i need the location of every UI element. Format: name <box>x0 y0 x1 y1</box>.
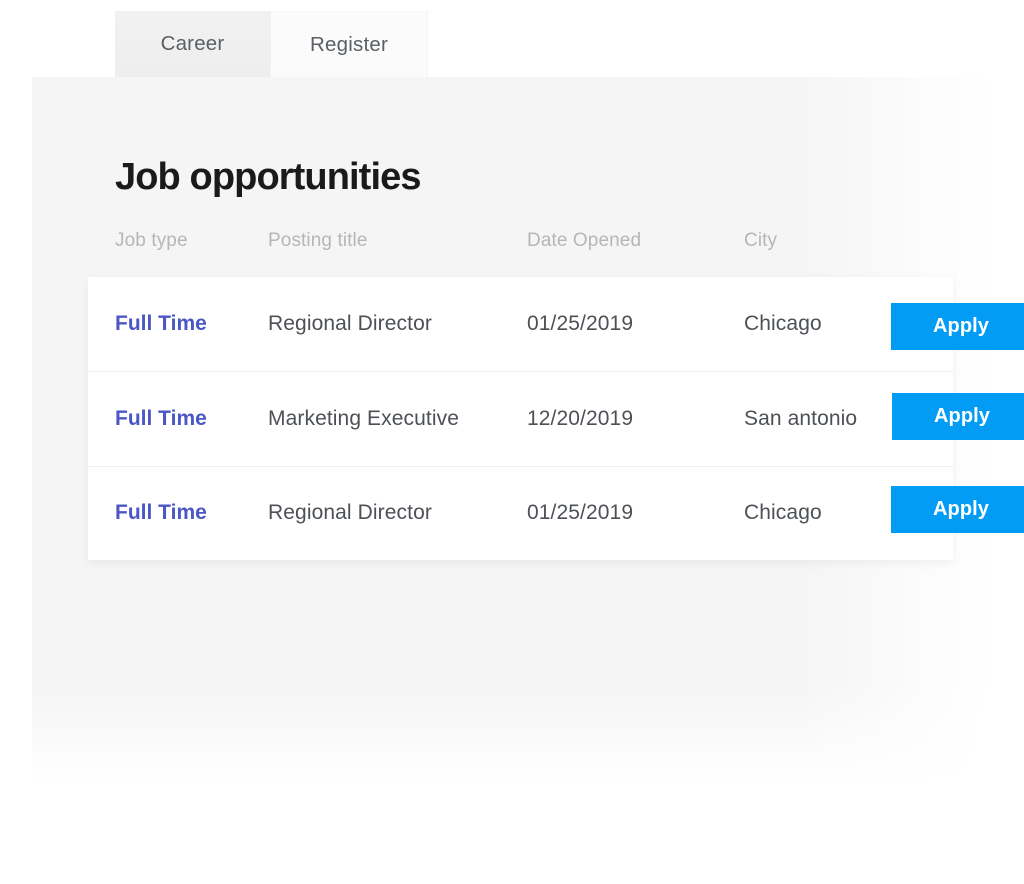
apply-button[interactable]: Apply <box>891 303 1024 350</box>
tab-register-label: Register <box>310 32 388 56</box>
cell-job-type[interactable]: Full Time <box>115 407 207 431</box>
page-title: Job opportunities <box>115 156 421 199</box>
tab-career-label: Career <box>160 32 225 55</box>
cell-city: Chicago <box>744 501 822 524</box>
cell-date-opened: 12/20/2019 <box>527 407 634 430</box>
tab-strip: Career Register <box>115 11 428 77</box>
jobs-table: Full Time Regional Director 01/25/2019 C… <box>88 277 953 560</box>
tab-career[interactable]: Career <box>115 11 270 77</box>
cell-job-type[interactable]: Full Time <box>115 501 207 525</box>
cell-posting-title: Marketing Executive <box>268 407 459 430</box>
column-header-city: City <box>744 230 778 251</box>
column-header-posting-title: Posting title <box>268 230 368 251</box>
cell-city: Chicago <box>744 312 822 335</box>
cell-posting-title: Regional Director <box>268 501 432 524</box>
tab-register[interactable]: Register <box>270 11 428 77</box>
table-row[interactable]: Full Time Regional Director 01/25/2019 C… <box>88 277 953 371</box>
table-row[interactable]: Full Time Regional Director 01/25/2019 C… <box>88 466 953 560</box>
table-row[interactable]: Full Time Marketing Executive 12/20/2019… <box>88 371 953 467</box>
apply-button[interactable]: Apply <box>891 486 1024 533</box>
cell-city: San antonio <box>744 407 858 430</box>
cell-posting-title: Regional Director <box>268 312 432 335</box>
table-header-row: Job type Posting title Date Opened City <box>115 230 975 256</box>
apply-button[interactable]: Apply <box>892 393 1024 440</box>
cell-date-opened: 01/25/2019 <box>527 501 634 524</box>
column-header-job-type: Job type <box>115 230 188 251</box>
column-header-date-opened: Date Opened <box>527 230 642 251</box>
cell-date-opened: 01/25/2019 <box>527 312 634 335</box>
cell-job-type[interactable]: Full Time <box>115 312 207 336</box>
